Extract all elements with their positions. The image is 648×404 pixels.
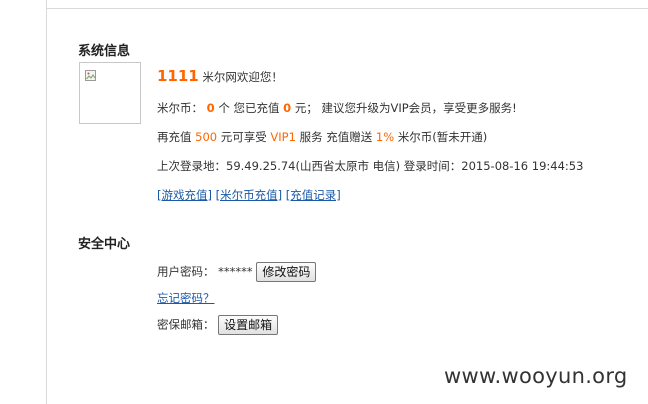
system-info-title: 系统信息 <box>78 44 131 59</box>
change-password-button[interactable]: 修改密码 <box>256 262 317 282</box>
last-login-info: 上次登录地：59.49.25.74(山西省太原市 电信) 登录时间：2015-0… <box>157 159 584 173</box>
coin-count: 0 <box>206 101 215 115</box>
promo-amount: 500 <box>195 130 218 144</box>
vip-level: VIP1 <box>270 130 296 144</box>
forgot-password-row: 忘记密码？ <box>157 290 215 306</box>
promo-prefix: 再充值 <box>157 130 192 144</box>
coin-mid-text: 个 您已充值 <box>218 101 280 115</box>
email-label: 密保邮箱： <box>157 317 215 332</box>
password-row: 用户密码： ****** 修改密码 <box>157 262 317 282</box>
broken-image-icon <box>85 67 97 86</box>
password-mask: ****** <box>218 264 253 279</box>
password-label: 用户密码： <box>157 264 215 279</box>
promo-mid2: 服务 充值赠送 <box>299 130 373 144</box>
recharge-history-link[interactable]: [充值记录] <box>286 188 341 202</box>
welcome-text: 米尔网欢迎您！ <box>202 70 283 84</box>
promo-mid1: 元可享受 <box>220 130 267 144</box>
username: 1111 <box>157 67 199 85</box>
bonus-percent: 1% <box>375 130 395 144</box>
coin-line: 米尔币： 0 个 您已充值 0 元； 建议您升级为VIP会员，享受更多服务! <box>157 100 517 116</box>
promo-suffix: 米尔币(暂未开通) <box>397 130 488 144</box>
set-email-button[interactable]: 设置邮箱 <box>218 315 279 335</box>
security-center-title: 安全中心 <box>78 237 131 252</box>
coin-label: 米尔币： <box>157 101 203 115</box>
email-row: 密保邮箱： 设置邮箱 <box>157 315 279 335</box>
coin-suffix-text: 元； 建议您升级为VIP会员，享受更多服务! <box>294 101 517 115</box>
game-recharge-link[interactable]: [游戏充值] <box>157 188 212 202</box>
promo-line: 再充值 500 元可享受 VIP1 服务 充值赠送 1% 米尔币(暂未开通) <box>157 129 487 145</box>
welcome-line: 1111 米尔网欢迎您！ <box>157 67 283 85</box>
recharge-links: [游戏充值] [米尔币充值] [充值记录] <box>157 187 341 203</box>
recharged-amount: 0 <box>283 101 292 115</box>
forgot-password-link[interactable]: 忘记密码？ <box>157 291 215 305</box>
avatar <box>79 62 141 124</box>
watermark: www.wooyun.org <box>444 364 628 388</box>
top-border <box>46 8 648 9</box>
left-border <box>46 0 47 404</box>
coin-recharge-link[interactable]: [米尔币充值] <box>216 188 282 202</box>
